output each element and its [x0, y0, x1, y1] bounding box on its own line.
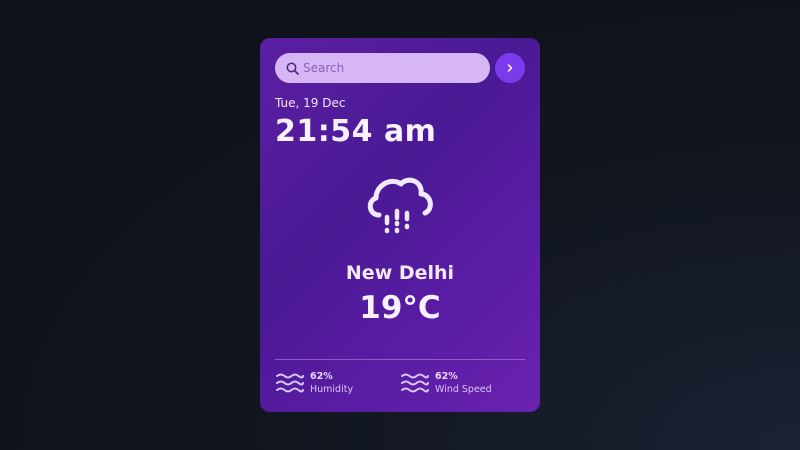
cloud-rain-icon — [365, 173, 435, 239]
waves-icon — [275, 371, 305, 395]
wind-speed-label: Wind Speed — [435, 383, 492, 395]
search-box[interactable] — [275, 53, 490, 83]
search-submit-button[interactable] — [495, 53, 525, 83]
current-date: Tue, 19 Dec — [275, 96, 346, 110]
weather-card: Tue, 19 Dec 21:54 am New Delhi 19°C 62% … — [260, 38, 540, 412]
divider — [275, 359, 525, 360]
city-name: New Delhi — [345, 262, 455, 284]
current-time: 21:54 am — [275, 114, 437, 149]
wind-speed-stat: 62% Wind Speed — [400, 370, 492, 396]
humidity-text: 62% Humidity — [310, 371, 353, 396]
wind-speed-text: 62% Wind Speed — [435, 371, 492, 396]
wind-speed-value: 62% — [435, 370, 458, 382]
humidity-stat: 62% Humidity — [275, 370, 353, 396]
humidity-value: 62% — [310, 370, 333, 382]
search-icon — [284, 60, 300, 76]
search-input[interactable] — [303, 58, 473, 78]
humidity-label: Humidity — [310, 383, 354, 395]
waves-icon — [400, 371, 430, 395]
temperature: 19°C — [359, 290, 441, 326]
chevron-right-icon — [505, 63, 515, 73]
search-row — [275, 53, 525, 83]
